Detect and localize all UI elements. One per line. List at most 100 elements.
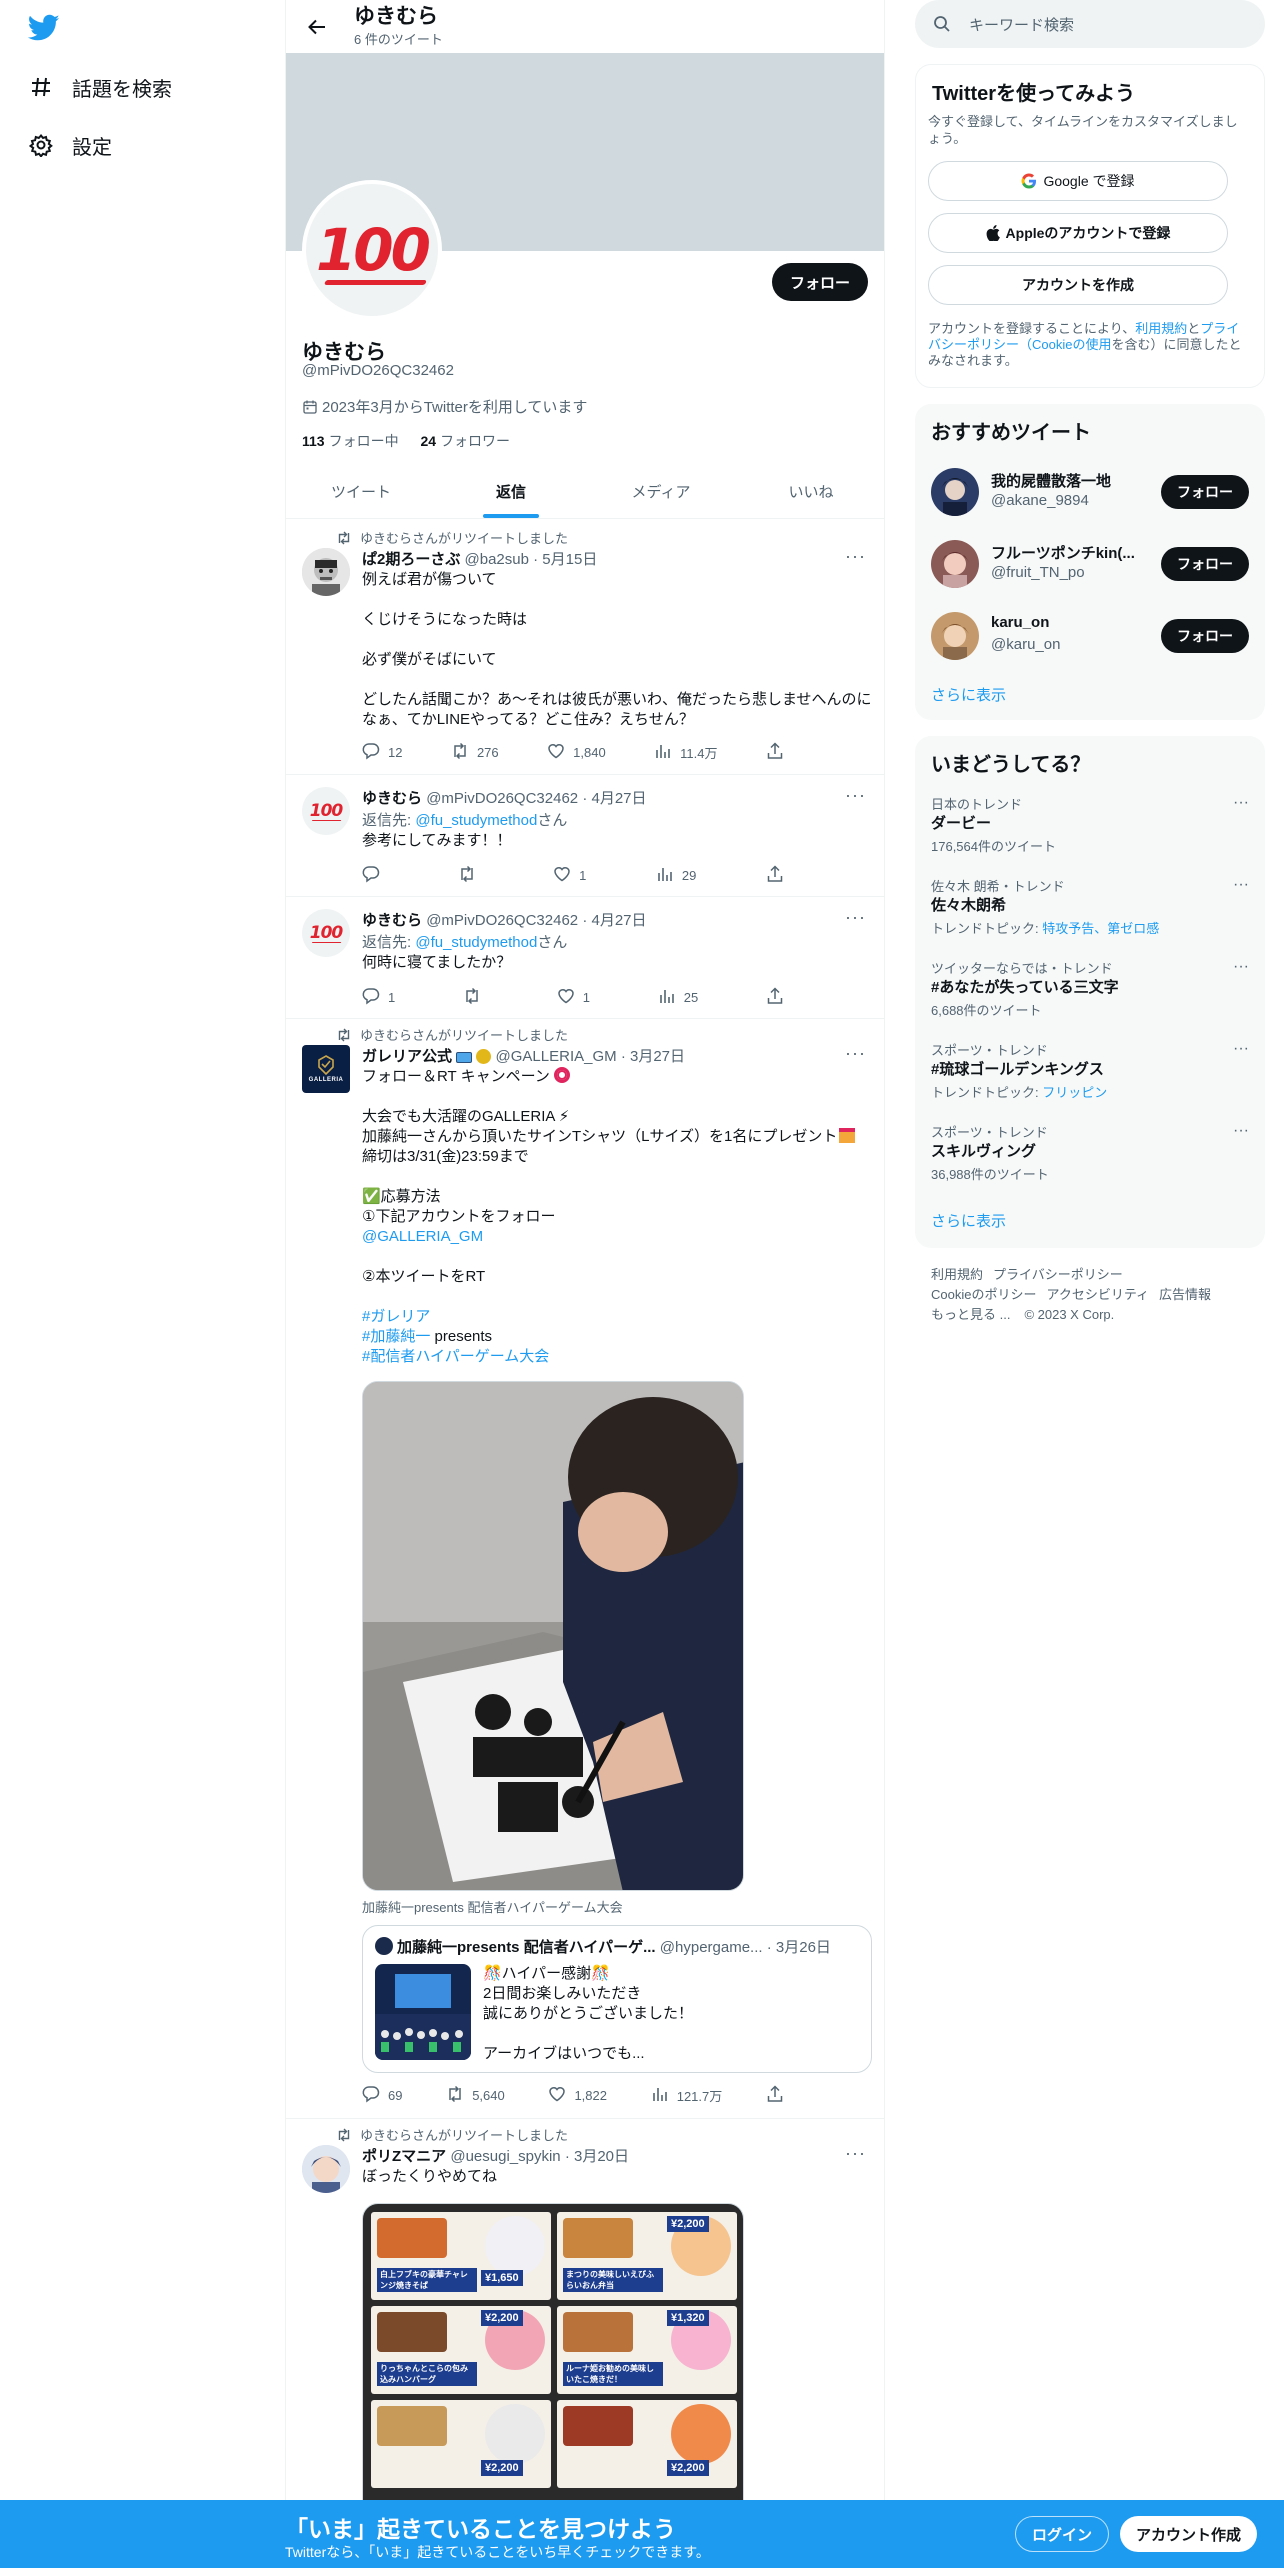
tweet-author-handle[interactable]: @mPivDO26QC32462 bbox=[426, 912, 578, 929]
recommended-user[interactable]: 我的屍體散落一地 @akane_9894 フォロー bbox=[915, 460, 1265, 524]
nav-explore[interactable]: 話題を検索 bbox=[26, 58, 256, 116]
reply-button[interactable]: 12 bbox=[362, 742, 402, 763]
reply-button[interactable]: 1 bbox=[362, 987, 395, 1008]
hashtag-link[interactable]: #ガレリア bbox=[362, 1307, 872, 1327]
trend-item[interactable]: 日本のトレンド ダービー 176,564件のツイート ··· bbox=[915, 794, 1265, 874]
avatar[interactable]: 100 bbox=[302, 787, 350, 835]
like-button[interactable]: 1,822 bbox=[548, 2085, 607, 2106]
more-icon[interactable]: ··· bbox=[845, 907, 866, 928]
tab-tweets[interactable]: ツイート bbox=[286, 465, 436, 518]
avatar[interactable] bbox=[302, 2145, 350, 2193]
like-button[interactable]: 1,840 bbox=[547, 742, 606, 763]
apple-signup-button[interactable]: Appleのアカウントで登録 bbox=[928, 213, 1228, 253]
tab-replies[interactable]: 返信 bbox=[436, 465, 586, 518]
tweet-author-name[interactable]: ゆきむら bbox=[362, 912, 422, 929]
tweet-author-handle[interactable]: @GALLERIA_GM bbox=[496, 1048, 617, 1065]
terms-link[interactable]: 利用規約 bbox=[1135, 321, 1187, 336]
tweet-date[interactable]: · 4月27日 bbox=[582, 790, 646, 807]
more-icon[interactable]: ··· bbox=[845, 2143, 866, 2164]
follow-button[interactable]: フォロー bbox=[1161, 475, 1249, 509]
show-more-link[interactable]: さらに表示 bbox=[931, 684, 1006, 705]
following-link[interactable]: 113 フォロー中 bbox=[302, 433, 399, 449]
search-box[interactable]: キーワード検索 bbox=[915, 0, 1265, 48]
nav-settings[interactable]: 設定 bbox=[26, 116, 256, 174]
more-icon[interactable]: ··· bbox=[845, 785, 866, 806]
followers-link[interactable]: 24 フォロワー bbox=[420, 433, 510, 449]
footer-link[interactable]: Cookieのポリシー bbox=[931, 1287, 1036, 1302]
signup-button[interactable]: アカウント作成 bbox=[1120, 2516, 1258, 2552]
tweet-author-name[interactable]: ぱ2期ろーさぶ bbox=[362, 551, 460, 568]
footer-link[interactable]: もっと見る ... bbox=[931, 1307, 1010, 1322]
tweet-author-handle[interactable]: @ba2sub bbox=[465, 551, 529, 568]
tweet-author-name[interactable]: ガレリア公式 bbox=[362, 1048, 452, 1065]
more-icon[interactable]: ··· bbox=[1233, 958, 1249, 976]
share-button[interactable] bbox=[766, 987, 792, 1008]
views-button[interactable]: 11.4万 bbox=[654, 742, 718, 763]
retweet-button[interactable] bbox=[463, 987, 489, 1008]
trend-item[interactable]: スポーツ・トレンド #琉球ゴールデンキングス トレンドトピック: フリッピン ·… bbox=[915, 1040, 1265, 1120]
share-button[interactable] bbox=[766, 865, 792, 886]
tweet-date[interactable]: · 4月27日 bbox=[582, 912, 646, 929]
avatar[interactable]: 100 bbox=[302, 909, 350, 957]
retweet-button[interactable]: 5,640 bbox=[446, 2085, 505, 2106]
trend-topic-link[interactable]: 特攻予告、第ゼロ感 bbox=[1042, 921, 1159, 936]
twitter-logo-icon[interactable] bbox=[27, 14, 60, 42]
tweet[interactable]: 100 ゆきむら @mPivDO26QC32462 · 4月27日 ··· 返信… bbox=[286, 897, 884, 1019]
tweet-author-name[interactable]: ゆきむら bbox=[362, 790, 422, 807]
trend-item[interactable]: スポーツ・トレンド スキルヴィング 36,988件のツイート ··· bbox=[915, 1122, 1265, 1202]
quote-tweet[interactable]: 加藤純一presents 配信者ハイパーゲ... @hypergame... ·… bbox=[362, 1925, 872, 2073]
retweet-button[interactable]: 276 bbox=[451, 742, 499, 763]
share-button[interactable] bbox=[766, 742, 792, 763]
tweet[interactable]: ゆきむらさんがリツイートしました ポリZマニア @uesugi_spykin ·… bbox=[286, 2119, 884, 2500]
tweet-date[interactable]: · 3月27日 bbox=[621, 1048, 685, 1065]
tweet-author-handle[interactable]: @uesugi_spykin bbox=[450, 2148, 560, 2165]
follow-button[interactable]: フォロー bbox=[1161, 547, 1249, 581]
hashtag-link[interactable]: #配信者ハイパーゲーム大会 bbox=[362, 1347, 872, 1367]
tweet-photo[interactable]: 白上フブキの豪華チャレンジ焼きそば ¥1,650 まつりの美味しいえびふらいおん… bbox=[362, 2203, 744, 2500]
login-button[interactable]: ログイン bbox=[1015, 2516, 1110, 2552]
create-account-button[interactable]: アカウントを作成 bbox=[928, 265, 1228, 305]
reply-to-link[interactable]: @fu_studymethod bbox=[415, 934, 537, 951]
recommended-user[interactable]: フルーツポンチkin(... @fruit_TN_po フォロー bbox=[915, 532, 1265, 596]
tweet[interactable]: ゆきむらさんがリツイートしました ぱ2期ろーさぶ @ba2sub · 5月15日… bbox=[286, 520, 884, 775]
share-button[interactable] bbox=[766, 2085, 792, 2106]
views-button[interactable]: 29 bbox=[656, 865, 696, 886]
mention-link[interactable]: @GALLERIA_GM bbox=[362, 1227, 872, 1247]
tweet-photo[interactable] bbox=[362, 1381, 744, 1891]
retweet-button[interactable] bbox=[458, 865, 484, 886]
trend-topic-link[interactable]: フリッピン bbox=[1042, 1085, 1107, 1100]
views-button[interactable]: 25 bbox=[658, 987, 698, 1008]
views-button[interactable]: 121.7万 bbox=[651, 2085, 722, 2106]
trend-item[interactable]: ツイッターならでは・トレンド #あなたが失っている三文字 6,688件のツイート… bbox=[915, 958, 1265, 1038]
tweet-date[interactable]: · 5月15日 bbox=[533, 551, 597, 568]
recommended-user[interactable]: karu_on @karu_on フォロー bbox=[915, 604, 1265, 668]
follow-button[interactable]: フォロー bbox=[771, 263, 868, 301]
google-signup-button[interactable]: Google で登録 bbox=[928, 161, 1228, 201]
footer-link[interactable]: 広告情報 bbox=[1159, 1287, 1211, 1302]
reply-button[interactable]: 69 bbox=[362, 2085, 402, 2106]
trend-item[interactable]: 佐々木 朗希・トレンド 佐々木朗希 トレンドトピック: 特攻予告、第ゼロ感 ··… bbox=[915, 876, 1265, 956]
more-icon[interactable]: ··· bbox=[845, 546, 866, 567]
avatar[interactable]: GALLERIA bbox=[302, 1045, 350, 1093]
more-icon[interactable]: ··· bbox=[1233, 794, 1249, 812]
more-icon[interactable]: ··· bbox=[845, 1043, 866, 1064]
reply-button[interactable] bbox=[362, 865, 388, 886]
reply-to-link[interactable]: @fu_studymethod bbox=[415, 812, 537, 829]
show-more-link[interactable]: さらに表示 bbox=[931, 1210, 1006, 1231]
back-arrow-icon[interactable] bbox=[300, 10, 334, 44]
more-icon[interactable]: ··· bbox=[1233, 876, 1249, 894]
follow-button[interactable]: フォロー bbox=[1161, 619, 1249, 653]
more-icon[interactable]: ··· bbox=[1233, 1122, 1249, 1140]
avatar[interactable] bbox=[302, 548, 350, 596]
footer-link[interactable]: プライバシーポリシー bbox=[993, 1267, 1123, 1282]
footer-link[interactable]: アクセシビリティ bbox=[1046, 1287, 1149, 1302]
footer-link[interactable]: 利用規約 bbox=[931, 1267, 983, 1282]
like-button[interactable]: 1 bbox=[557, 987, 590, 1008]
tab-media[interactable]: メディア bbox=[586, 465, 736, 518]
hashtag-link[interactable]: #加藤純一 bbox=[362, 1328, 430, 1345]
like-button[interactable]: 1 bbox=[553, 865, 586, 886]
tab-likes[interactable]: いいね bbox=[736, 465, 884, 518]
tweet[interactable]: 100 ゆきむら @mPivDO26QC32462 · 4月27日 ··· 返信… bbox=[286, 775, 884, 897]
tweet-author-name[interactable]: ポリZマニア bbox=[362, 2148, 446, 2165]
more-icon[interactable]: ··· bbox=[1233, 1040, 1249, 1058]
